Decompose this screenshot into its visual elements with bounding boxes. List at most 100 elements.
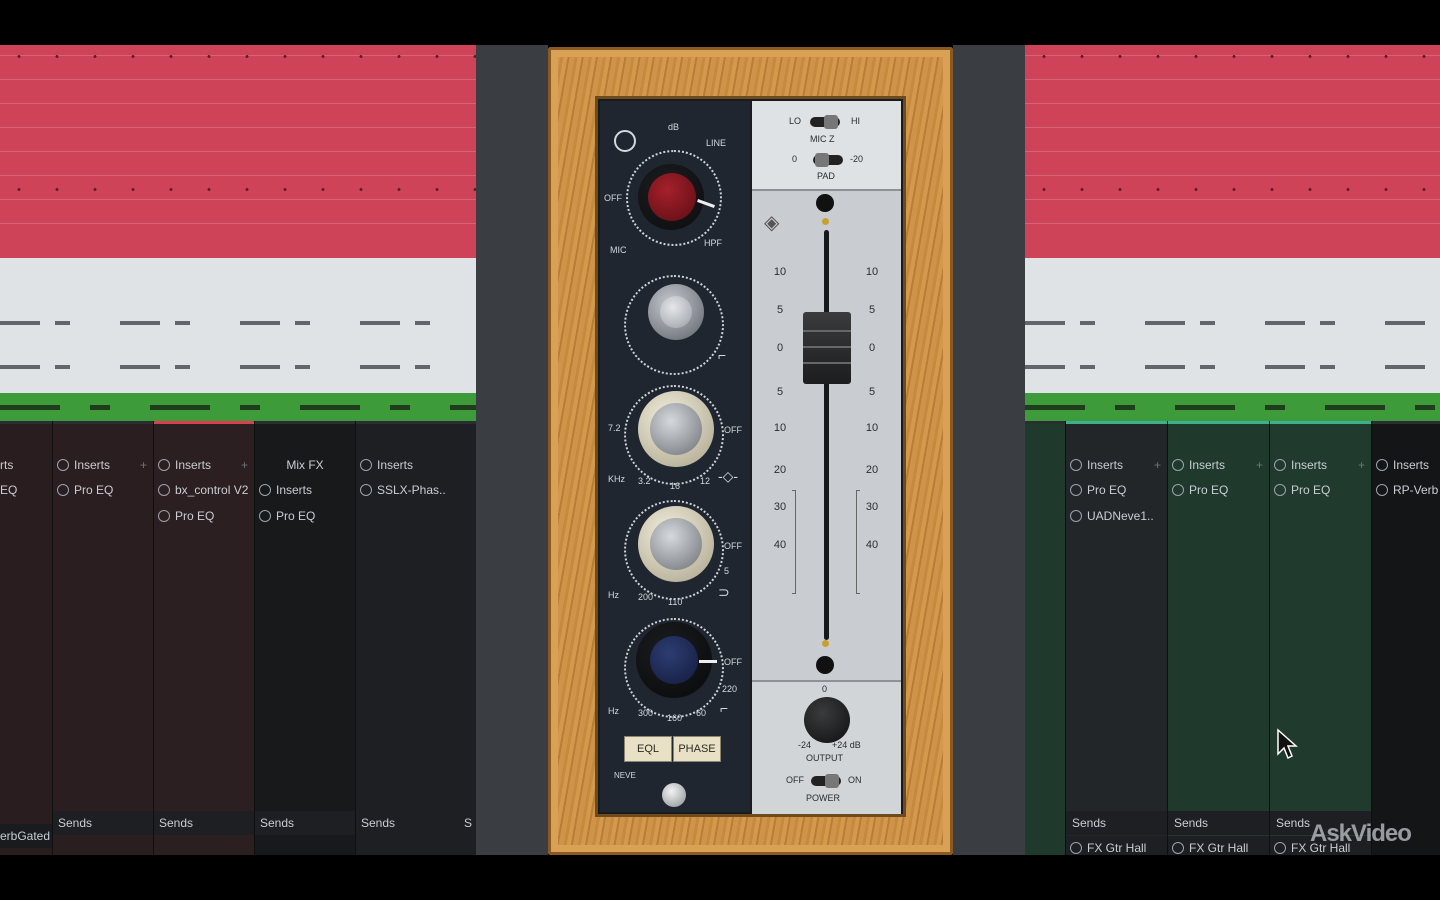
track-grey-audio[interactable] [1025, 258, 1440, 393]
power-icon[interactable] [158, 484, 170, 496]
power-icon[interactable] [57, 484, 69, 496]
power-icon[interactable] [360, 484, 372, 496]
mixer-channel[interactable]: Mix FX Inserts Pro EQ Sends [255, 421, 356, 855]
low-freq-knob[interactable] [650, 636, 698, 684]
mixer-channel[interactable]: Inserts SSLX-Phas.. Sends S [356, 421, 476, 855]
mid-mark: 110 [668, 597, 683, 607]
gain-db-label: dB [668, 122, 680, 132]
add-icon[interactable]: + [1256, 453, 1263, 477]
insert-slot-header[interactable]: rts [0, 453, 52, 477]
output-plus24-label: +24 dB [832, 740, 861, 750]
power-switch[interactable] [811, 774, 841, 788]
inserts-label[interactable]: Inserts [74, 458, 110, 472]
mid-gain-knob[interactable] [650, 518, 702, 570]
power-icon[interactable] [1274, 842, 1286, 854]
inserts-label[interactable]: Inserts [377, 458, 413, 472]
gain-knob[interactable] [648, 173, 696, 221]
track-grey-audio[interactable] [0, 258, 476, 393]
power-icon[interactable] [158, 510, 170, 522]
power-icon[interactable] [158, 459, 170, 471]
mic-z-switch[interactable] [810, 115, 840, 129]
mixer-channel[interactable]: rts EQ erbGated [0, 421, 53, 855]
power-icon[interactable] [1274, 459, 1286, 471]
screw-icon [816, 194, 834, 212]
hf-gain-knob[interactable] [650, 403, 702, 455]
inserts-label[interactable]: Inserts [1189, 458, 1225, 472]
fader-scale-right: 10 [865, 422, 879, 434]
power-icon[interactable] [1070, 842, 1082, 854]
mixer-channel[interactable]: Inserts + Pro EQ Sends FX Gtr Hall [1270, 421, 1372, 855]
power-icon[interactable] [1172, 484, 1184, 496]
add-icon[interactable]: + [1154, 453, 1161, 477]
add-icon[interactable]: + [140, 453, 147, 477]
background-panel [476, 45, 548, 855]
sends-label[interactable]: Sends [1276, 816, 1310, 830]
power-icon[interactable] [1070, 459, 1082, 471]
mixer-channel[interactable]: Inserts + bx_control V2 Pro EQ Sends [154, 421, 255, 855]
sends-label[interactable]: Sends [1072, 816, 1106, 830]
fader-scale-left: 20 [773, 464, 787, 476]
insert-slot[interactable]: EQ [0, 478, 52, 502]
module-screw-knob[interactable] [662, 783, 686, 807]
add-icon[interactable]: + [241, 453, 248, 477]
track-red-audio[interactable] [1025, 45, 1440, 258]
insert-plugin[interactable]: Pro EQ [74, 483, 113, 497]
pad-switch[interactable] [813, 153, 843, 167]
power-icon[interactable] [259, 510, 271, 522]
output-fader[interactable] [803, 312, 851, 384]
mixer-channel[interactable]: Inserts + Pro EQ Sends [53, 421, 154, 855]
track-green-audio[interactable] [1025, 393, 1440, 421]
output-label: OUTPUT [806, 753, 843, 763]
sends-label-partial[interactable]: S [464, 811, 472, 835]
low-mark: 300 [638, 708, 654, 718]
inserts-label[interactable]: Inserts [175, 458, 211, 472]
hf-mark: 7.2 [608, 423, 621, 433]
fader-scale-left: 5 [776, 304, 784, 316]
mixfx-label[interactable]: Mix FX [286, 458, 323, 472]
add-icon[interactable]: + [1358, 453, 1365, 477]
sends-label[interactable]: Sends [361, 816, 395, 830]
power-icon[interactable] [1274, 484, 1286, 496]
hf-knob-cap [660, 296, 692, 328]
lo-label: LO [789, 116, 802, 126]
daw-arrangement-right: Inserts + Pro EQ UADNeve1.. Sends FX Gtr … [1025, 45, 1440, 855]
insert-plugin[interactable]: UADNeve1.. [1087, 509, 1154, 523]
phase-button[interactable]: PHASE [673, 736, 721, 762]
power-icon[interactable] [1172, 842, 1184, 854]
screw-icon [816, 656, 834, 674]
insert-plugin[interactable]: RP-Verb [1393, 483, 1438, 497]
insert-plugin[interactable]: Pro EQ [276, 509, 315, 523]
inserts-label[interactable]: Inserts [1393, 458, 1429, 472]
insert-plugin[interactable]: bx_control V2 [175, 483, 248, 497]
sends-label[interactable]: Sends [1174, 816, 1208, 830]
insert-plugin[interactable]: Pro EQ [1189, 483, 1228, 497]
mixer-channel[interactable]: Inserts + Pro EQ Sends FX Gtr Hall [1168, 421, 1270, 855]
inserts-label[interactable]: Inserts [276, 483, 312, 497]
eql-button[interactable]: EQL [624, 736, 672, 762]
power-icon[interactable] [1070, 510, 1082, 522]
inserts-label[interactable]: Inserts [1087, 458, 1123, 472]
insert-plugin[interactable]: Pro EQ [1291, 483, 1330, 497]
power-icon[interactable] [259, 484, 271, 496]
power-icon[interactable] [1376, 484, 1388, 496]
track-red-audio[interactable] [0, 45, 476, 258]
mixer-channel[interactable]: Inserts RP-Verb [1372, 421, 1440, 855]
output-trim-knob[interactable] [804, 697, 850, 743]
sends-label[interactable]: Sends [159, 816, 193, 830]
send-target[interactable]: FX Gtr Hall [1087, 841, 1146, 855]
power-icon[interactable] [1070, 484, 1082, 496]
insert-plugin[interactable]: Pro EQ [1087, 483, 1126, 497]
insert-plugin[interactable]: Pro EQ [175, 509, 214, 523]
power-icon[interactable] [360, 459, 372, 471]
track-green-audio[interactable] [0, 393, 476, 421]
mixer-channel[interactable]: Inserts + Pro EQ UADNeve1.. Sends FX Gtr … [1066, 421, 1168, 855]
send-target[interactable]: FX Gtr Hall [1189, 841, 1248, 855]
power-icon[interactable] [1172, 459, 1184, 471]
power-icon[interactable] [1376, 459, 1388, 471]
sends-label[interactable]: Sends [58, 816, 92, 830]
send-slot[interactable]: erbGated [0, 824, 52, 848]
power-icon[interactable] [57, 459, 69, 471]
sends-label[interactable]: Sends [260, 816, 294, 830]
insert-plugin[interactable]: SSLX-Phas.. [377, 483, 446, 497]
inserts-label[interactable]: Inserts [1291, 458, 1327, 472]
